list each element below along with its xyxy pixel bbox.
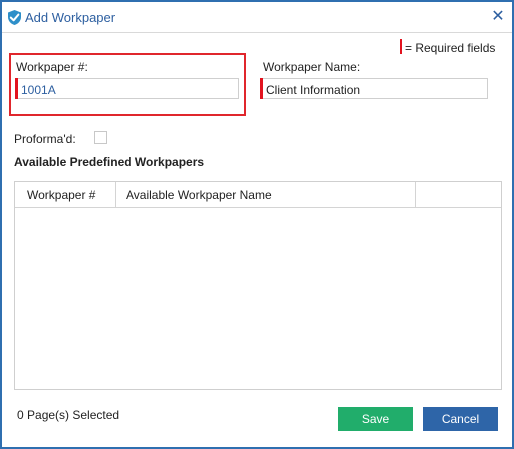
required-marker (260, 78, 263, 99)
dialog-title: Add Workpaper (25, 10, 116, 25)
column-header-workpaper-number[interactable]: Workpaper # (27, 182, 95, 208)
required-marker (400, 39, 402, 54)
grid-header: Workpaper # Available Workpaper Name (15, 182, 501, 208)
workpaper-name-value: Client Information (266, 83, 361, 97)
save-button[interactable]: Save (338, 407, 413, 431)
close-button[interactable]: ✕ (488, 6, 508, 28)
selected-label: Page(s) Selected (27, 408, 120, 422)
required-fields-text: = Required fields (405, 41, 496, 55)
workpaper-number-value: 1001A (21, 83, 56, 97)
workpaper-name-label: Workpaper Name: (263, 60, 361, 74)
close-icon[interactable]: ✕ (491, 8, 504, 25)
workpaper-name-field[interactable]: Client Information (260, 78, 488, 99)
required-marker (15, 78, 18, 99)
proforma-label: Proforma'd: (14, 132, 76, 146)
column-divider (115, 182, 116, 208)
proforma-checkbox[interactable] (94, 131, 107, 144)
selected-count: 0 (17, 408, 24, 422)
title-bar: Add Workpaper ✕ (2, 2, 512, 33)
pages-selected-status: 0 Page(s) Selected (17, 408, 119, 422)
workpaper-number-label: Workpaper #: (16, 60, 88, 74)
cancel-button[interactable]: Cancel (423, 407, 498, 431)
predefined-workpapers-grid[interactable]: Workpaper # Available Workpaper Name (14, 181, 502, 390)
check-shield-icon (8, 10, 21, 25)
column-divider (415, 182, 416, 208)
workpaper-number-field[interactable]: 1001A (15, 78, 239, 99)
column-header-workpaper-name[interactable]: Available Workpaper Name (126, 182, 272, 208)
predefined-workpapers-title: Available Predefined Workpapers (14, 155, 205, 169)
add-workpaper-dialog: Add Workpaper ✕ = Required fields Workpa… (0, 0, 514, 449)
